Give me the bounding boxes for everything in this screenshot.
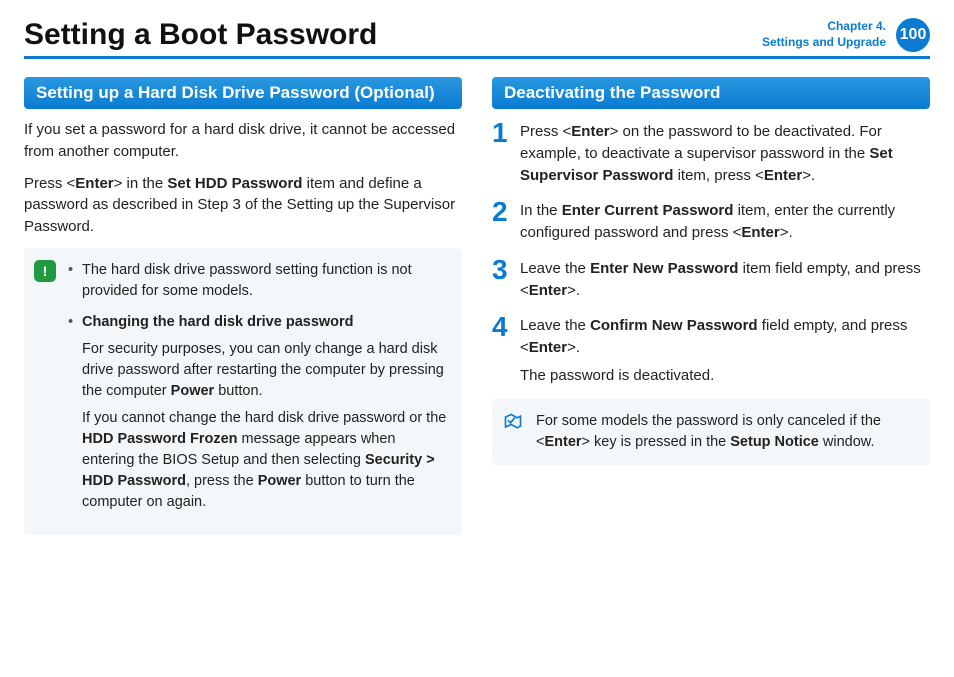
- left-column: Setting up a Hard Disk Drive Password (O…: [24, 77, 462, 535]
- step-number: 1: [492, 119, 520, 186]
- caution-icon: !: [34, 260, 56, 282]
- section-heading-hdd-password: Setting up a Hard Disk Drive Password (O…: [24, 77, 462, 109]
- tip-note-box: For some models the password is only can…: [492, 399, 930, 465]
- section-heading-deactivate: Deactivating the Password: [492, 77, 930, 109]
- note-bullet-2-p1: For security purposes, you can only chan…: [82, 339, 448, 402]
- note-bullet-2-p2: If you cannot change the hard disk drive…: [82, 408, 448, 513]
- step-number: 2: [492, 198, 520, 244]
- intro-paragraph-1: If you set a password for a hard disk dr…: [24, 119, 462, 163]
- chapter-block: Chapter 4. Settings and Upgrade 100: [762, 18, 930, 52]
- steps-list: 1 Press <Enter> on the password to be de…: [492, 119, 930, 387]
- note-bullet-2-title: Changing the hard disk drive password: [82, 314, 354, 330]
- chapter-line-1: Chapter 4.: [762, 19, 886, 35]
- step-number: 4: [492, 313, 520, 386]
- intro-paragraph-2: Press <Enter> in the Set HDD Password it…: [24, 173, 462, 238]
- note-bullet-1: • The hard disk drive password setting f…: [68, 260, 448, 302]
- right-column: Deactivating the Password 1 Press <Enter…: [492, 77, 930, 535]
- chapter-line-2: Settings and Upgrade: [762, 35, 886, 51]
- page-number-badge: 100: [896, 18, 930, 52]
- note-bullet-2: • Changing the hard disk drive password …: [68, 312, 448, 513]
- step-1: 1 Press <Enter> on the password to be de…: [492, 119, 930, 186]
- tip-icon: [502, 411, 524, 433]
- page-header: Setting a Boot Password Chapter 4. Setti…: [24, 18, 930, 59]
- step-4: 4 Leave the Confirm New Password field e…: [492, 313, 930, 386]
- step-number: 3: [492, 256, 520, 302]
- step-3: 3 Leave the Enter New Password item fiel…: [492, 256, 930, 302]
- step-2: 2 In the Enter Current Password item, en…: [492, 198, 930, 244]
- step-4-result: The password is deactivated.: [520, 365, 930, 387]
- caution-note-box: ! • The hard disk drive password setting…: [24, 248, 462, 535]
- page-title: Setting a Boot Password: [24, 18, 377, 52]
